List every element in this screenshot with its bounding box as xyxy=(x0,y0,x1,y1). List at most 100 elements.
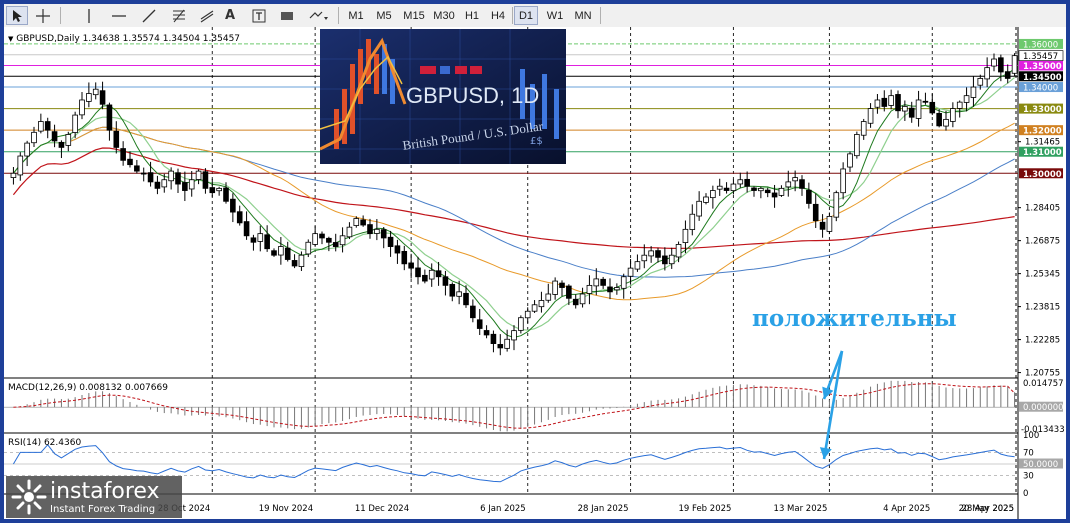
timeframe-m30[interactable]: M30 xyxy=(430,6,458,25)
candle-body xyxy=(58,141,65,148)
candle-body xyxy=(65,134,72,146)
candle-body xyxy=(696,200,702,217)
candle-body xyxy=(326,237,332,243)
candle-body xyxy=(641,254,648,262)
candle-body xyxy=(161,179,168,188)
timeframe-h1[interactable]: H1 xyxy=(460,6,484,25)
candle-body xyxy=(538,300,545,308)
horizontal-line-icon[interactable] xyxy=(108,6,130,25)
text-icon[interactable]: A xyxy=(220,6,240,25)
toolbar-separator xyxy=(512,7,513,24)
candle-body xyxy=(127,158,133,166)
candle-body xyxy=(284,247,291,260)
rsi-axis-label: 70 xyxy=(1023,448,1034,458)
text-label-icon[interactable] xyxy=(248,6,270,25)
price-level-label: 1.36000 xyxy=(1023,40,1058,50)
candle-body xyxy=(367,224,373,235)
candle-body xyxy=(182,182,188,191)
arrows-icon[interactable] xyxy=(306,6,332,25)
candle-body xyxy=(216,187,222,192)
candle-body xyxy=(428,269,435,280)
current-price-label: 1.35457 xyxy=(1023,52,1058,62)
candle-body xyxy=(778,187,785,196)
price-level-label: 1.33000 xyxy=(1023,105,1062,115)
candle-body xyxy=(24,142,30,157)
channel-icon[interactable] xyxy=(196,6,218,25)
price-axis-label: 1.25345 xyxy=(1025,270,1060,280)
candle-body xyxy=(799,179,805,189)
chart-collapse-icon[interactable]: ▼ xyxy=(8,35,13,43)
candle-body xyxy=(134,165,140,172)
candle-body xyxy=(737,179,744,185)
price-level-label: 1.35000 xyxy=(1023,62,1062,72)
candle-body xyxy=(415,267,421,278)
timeframe-m1[interactable]: M1 xyxy=(344,6,368,25)
candle-body xyxy=(579,293,586,305)
crosshair-icon[interactable] xyxy=(32,6,54,25)
chart-area[interactable]: 1.31465 1.28405 1.26875 1.25345 1.23815 1.222… xyxy=(4,27,1066,519)
candle-body xyxy=(812,203,819,222)
vertical-line-icon[interactable] xyxy=(78,6,100,25)
candle-body xyxy=(175,172,181,185)
timeframe-w1[interactable]: W1 xyxy=(542,6,568,25)
timeframe-h4[interactable]: H4 xyxy=(486,6,510,25)
candle-body xyxy=(614,287,620,291)
time-axis-label: 28 Jan 2025 xyxy=(578,504,629,514)
time-axis-label: 13 Mar 2025 xyxy=(774,504,828,514)
candle-body xyxy=(92,88,99,96)
candle-body xyxy=(675,244,682,258)
rsi-axis-label: 100 xyxy=(1023,431,1039,441)
candle-body xyxy=(730,183,737,192)
candle-body xyxy=(716,185,723,190)
cursor-icon[interactable] xyxy=(6,6,28,25)
rectangle-icon[interactable] xyxy=(276,6,298,25)
candle-body xyxy=(936,112,942,127)
candle-body xyxy=(1004,71,1011,79)
candle-body xyxy=(950,108,956,122)
fibonacci-icon[interactable] xyxy=(168,6,190,25)
candle-body xyxy=(806,189,812,204)
price-level-label: 1.30000 xyxy=(1023,170,1062,180)
candle-body xyxy=(456,291,462,297)
candle-body xyxy=(826,215,833,232)
candle-body xyxy=(449,284,456,297)
candle-body xyxy=(353,218,360,226)
candle-body xyxy=(922,100,929,103)
timeframe-d1[interactable]: D1 xyxy=(514,6,538,25)
price-axis-label: 1.28405 xyxy=(1025,204,1060,214)
candle-body xyxy=(86,93,92,102)
candle-body xyxy=(689,213,696,230)
candle-body xyxy=(902,106,908,112)
candle-body xyxy=(620,276,627,289)
candle-body xyxy=(943,118,949,127)
timeframe-m5[interactable]: M5 xyxy=(372,6,396,25)
candle-body xyxy=(888,95,894,106)
candle-body xyxy=(648,250,654,257)
candle-body xyxy=(764,189,771,194)
candle-body xyxy=(346,226,353,238)
candle-body xyxy=(662,255,668,265)
candle-body xyxy=(867,108,874,124)
price-level-label: 1.32000 xyxy=(1023,127,1062,137)
candle-body xyxy=(380,229,387,239)
macd-axis-label: 0.014757 xyxy=(1023,379,1064,389)
candle-body xyxy=(44,121,51,131)
candle-body xyxy=(476,319,483,329)
candle-body xyxy=(792,177,798,182)
candle-body xyxy=(751,187,757,191)
timeframe-mn[interactable]: MN xyxy=(570,6,596,25)
candle-body xyxy=(223,187,229,202)
candle-body xyxy=(435,270,442,278)
time-axis-label: 4 Apr 2025 xyxy=(883,504,930,514)
candle-body xyxy=(387,236,394,247)
price-axis-label: 1.20755 xyxy=(1025,369,1060,379)
candle-body xyxy=(463,292,469,306)
candle-body xyxy=(305,241,312,255)
time-axis-label: 19 Nov 2024 xyxy=(259,504,313,514)
timeframe-m15[interactable]: M15 xyxy=(400,6,428,25)
instaforex-logo-icon xyxy=(11,479,47,515)
candle-body xyxy=(840,168,846,194)
trendline-icon[interactable] xyxy=(138,6,160,25)
toolbar-separator xyxy=(60,7,61,24)
price-axis-label: 1.22285 xyxy=(1025,336,1060,346)
